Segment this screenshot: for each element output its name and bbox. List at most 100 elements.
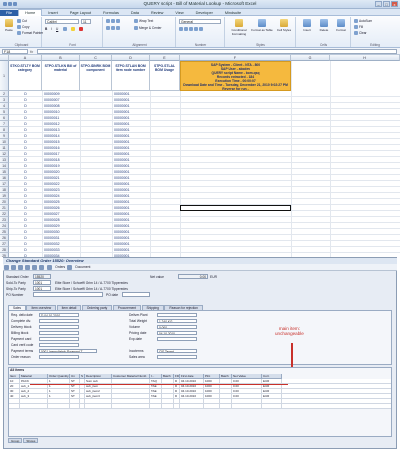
selected-cell[interactable] bbox=[180, 205, 291, 211]
minimize-button[interactable]: – bbox=[375, 1, 382, 7]
item-cell[interactable]: 0.00 bbox=[232, 389, 262, 394]
align-left-button[interactable] bbox=[106, 26, 121, 31]
copy-button[interactable]: Copy bbox=[17, 25, 29, 30]
item-cell[interactable]: 0.00 bbox=[232, 379, 262, 384]
item-cell[interactable] bbox=[48, 399, 70, 404]
item-cell[interactable]: TAQ bbox=[150, 379, 162, 384]
item-cell[interactable] bbox=[112, 399, 150, 404]
item-cell[interactable] bbox=[204, 399, 220, 404]
item-cell[interactable]: 1 bbox=[48, 389, 70, 394]
item-cell[interactable] bbox=[220, 389, 232, 394]
column-title-1[interactable]: STKO.STLTY BOM category bbox=[9, 61, 42, 91]
item-cell[interactable] bbox=[20, 399, 48, 404]
item-cell[interactable]: TAE bbox=[150, 394, 162, 399]
items-footer-button[interactable]: Shows bbox=[23, 438, 39, 443]
item-icon[interactable] bbox=[25, 265, 30, 270]
font-color-button[interactable] bbox=[79, 27, 84, 32]
item-cell[interactable]: ST bbox=[70, 394, 80, 399]
sales-field-input[interactable] bbox=[39, 336, 79, 341]
column-title-4[interactable]: STPO.STLAN BOM item node number bbox=[112, 61, 150, 91]
cut-button[interactable]: Cut bbox=[17, 19, 27, 24]
sales-field-input-right[interactable]: 0.000 bbox=[157, 324, 197, 329]
insert-cells-button[interactable]: Insert bbox=[299, 19, 315, 32]
po-number-field[interactable] bbox=[33, 292, 103, 297]
number-format-select[interactable]: General bbox=[179, 19, 221, 24]
name-box[interactable]: F18 bbox=[2, 49, 28, 54]
item-cell[interactable]: sub_2 bbox=[20, 389, 48, 394]
item-cell[interactable]: 1000 bbox=[204, 379, 220, 384]
number-format-buttons[interactable] bbox=[179, 27, 204, 32]
items-footer-button[interactable]: Group bbox=[8, 438, 23, 443]
net-value-field[interactable]: 0.00 bbox=[178, 274, 208, 279]
document-icon[interactable] bbox=[67, 265, 73, 270]
item-cell[interactable]: 1 bbox=[48, 379, 70, 384]
borders-button[interactable] bbox=[63, 27, 68, 32]
item-cell[interactable] bbox=[162, 379, 174, 384]
item-cell[interactable]: 0.00 bbox=[232, 394, 262, 399]
underline-button[interactable]: U bbox=[56, 27, 58, 31]
clear-button[interactable]: Clear bbox=[354, 31, 367, 36]
sales-field-input[interactable] bbox=[39, 354, 79, 359]
formula-input[interactable] bbox=[37, 49, 397, 54]
item-cell[interactable]: 10 bbox=[9, 379, 20, 384]
function-icon[interactable]: fx bbox=[30, 49, 33, 54]
item-cell[interactable]: 04.10.2010 bbox=[180, 389, 204, 394]
item-cell[interactable]: 40 bbox=[9, 394, 20, 399]
display-icon[interactable] bbox=[11, 265, 16, 270]
item-cell[interactable]: EUR bbox=[262, 389, 282, 394]
fill-color-button[interactable] bbox=[71, 27, 76, 32]
paste-button[interactable]: Paste bbox=[3, 19, 15, 32]
column-header-h[interactable]: H bbox=[330, 55, 400, 61]
orders-icon[interactable] bbox=[47, 265, 53, 270]
item-cell[interactable] bbox=[70, 404, 80, 409]
item-cell[interactable] bbox=[232, 399, 262, 404]
item-cell[interactable] bbox=[150, 404, 162, 409]
item-cell[interactable]: sub_item2 bbox=[85, 389, 112, 394]
item-cell[interactable]: TAE bbox=[150, 389, 162, 394]
item-cell[interactable] bbox=[220, 399, 232, 404]
item-cell[interactable] bbox=[112, 379, 150, 384]
item-cell[interactable] bbox=[70, 399, 80, 404]
item-cell[interactable]: ST bbox=[70, 379, 80, 384]
item-cell[interactable] bbox=[112, 394, 150, 399]
format-painter-button[interactable]: Format Painter bbox=[17, 31, 43, 36]
item-cell[interactable]: EUR bbox=[262, 394, 282, 399]
sales-field-input-right[interactable] bbox=[157, 354, 197, 359]
item-cell[interactable]: Sum sub bbox=[85, 379, 112, 384]
item-cell[interactable] bbox=[112, 389, 150, 394]
item-cell[interactable] bbox=[220, 404, 232, 409]
item-cell[interactable]: 1000 bbox=[204, 389, 220, 394]
item-cell[interactable] bbox=[162, 389, 174, 394]
maximize-button[interactable]: □ bbox=[383, 1, 390, 7]
item-cell[interactable] bbox=[112, 404, 150, 409]
create-icon[interactable] bbox=[4, 265, 9, 270]
sales-field-input-right[interactable] bbox=[157, 336, 197, 341]
italic-button[interactable]: I bbox=[51, 27, 52, 31]
fill-button[interactable]: Fill bbox=[354, 25, 363, 30]
item-cell[interactable] bbox=[9, 399, 20, 404]
item-cell[interactable] bbox=[180, 404, 204, 409]
tab-home[interactable]: Home bbox=[18, 9, 43, 16]
item-cell[interactable] bbox=[85, 399, 112, 404]
partner-icon[interactable] bbox=[32, 265, 37, 270]
column-title-3[interactable]: STPO.IDNRK BOM component bbox=[80, 61, 112, 91]
column-header-g[interactable]: G bbox=[291, 55, 330, 61]
item-cell[interactable]: ST bbox=[70, 389, 80, 394]
item-cell[interactable]: 20 bbox=[9, 384, 20, 389]
item-cell[interactable] bbox=[48, 404, 70, 409]
item-cell[interactable]: 1 bbox=[48, 394, 70, 399]
header-icon[interactable] bbox=[18, 265, 23, 270]
sales-field-input-right[interactable] bbox=[157, 312, 197, 317]
item-cell[interactable] bbox=[85, 404, 112, 409]
sales-field-input[interactable]: 0001 Immediately Payment T... bbox=[39, 348, 97, 353]
font-size-select[interactable]: 11 bbox=[81, 19, 91, 24]
sales-field-input-right[interactable]: 1,240 KG bbox=[157, 318, 197, 323]
font-name-select[interactable]: Calibri bbox=[45, 19, 79, 24]
sold-to-field[interactable]: 1001 bbox=[33, 280, 51, 285]
worksheet-grid[interactable]: A B C D E F G H 1 STKO.STLTY BOM category STPO.STL… bbox=[0, 55, 400, 257]
item-cell[interactable]: 04.10.2010 bbox=[180, 379, 204, 384]
sales-field-input[interactable] bbox=[39, 342, 79, 347]
bold-button[interactable]: B bbox=[45, 27, 47, 31]
column-title-5[interactable]: STPO.STLAL BOM Usage bbox=[150, 61, 180, 91]
merge-center-button[interactable]: Merge & Center bbox=[134, 26, 162, 31]
